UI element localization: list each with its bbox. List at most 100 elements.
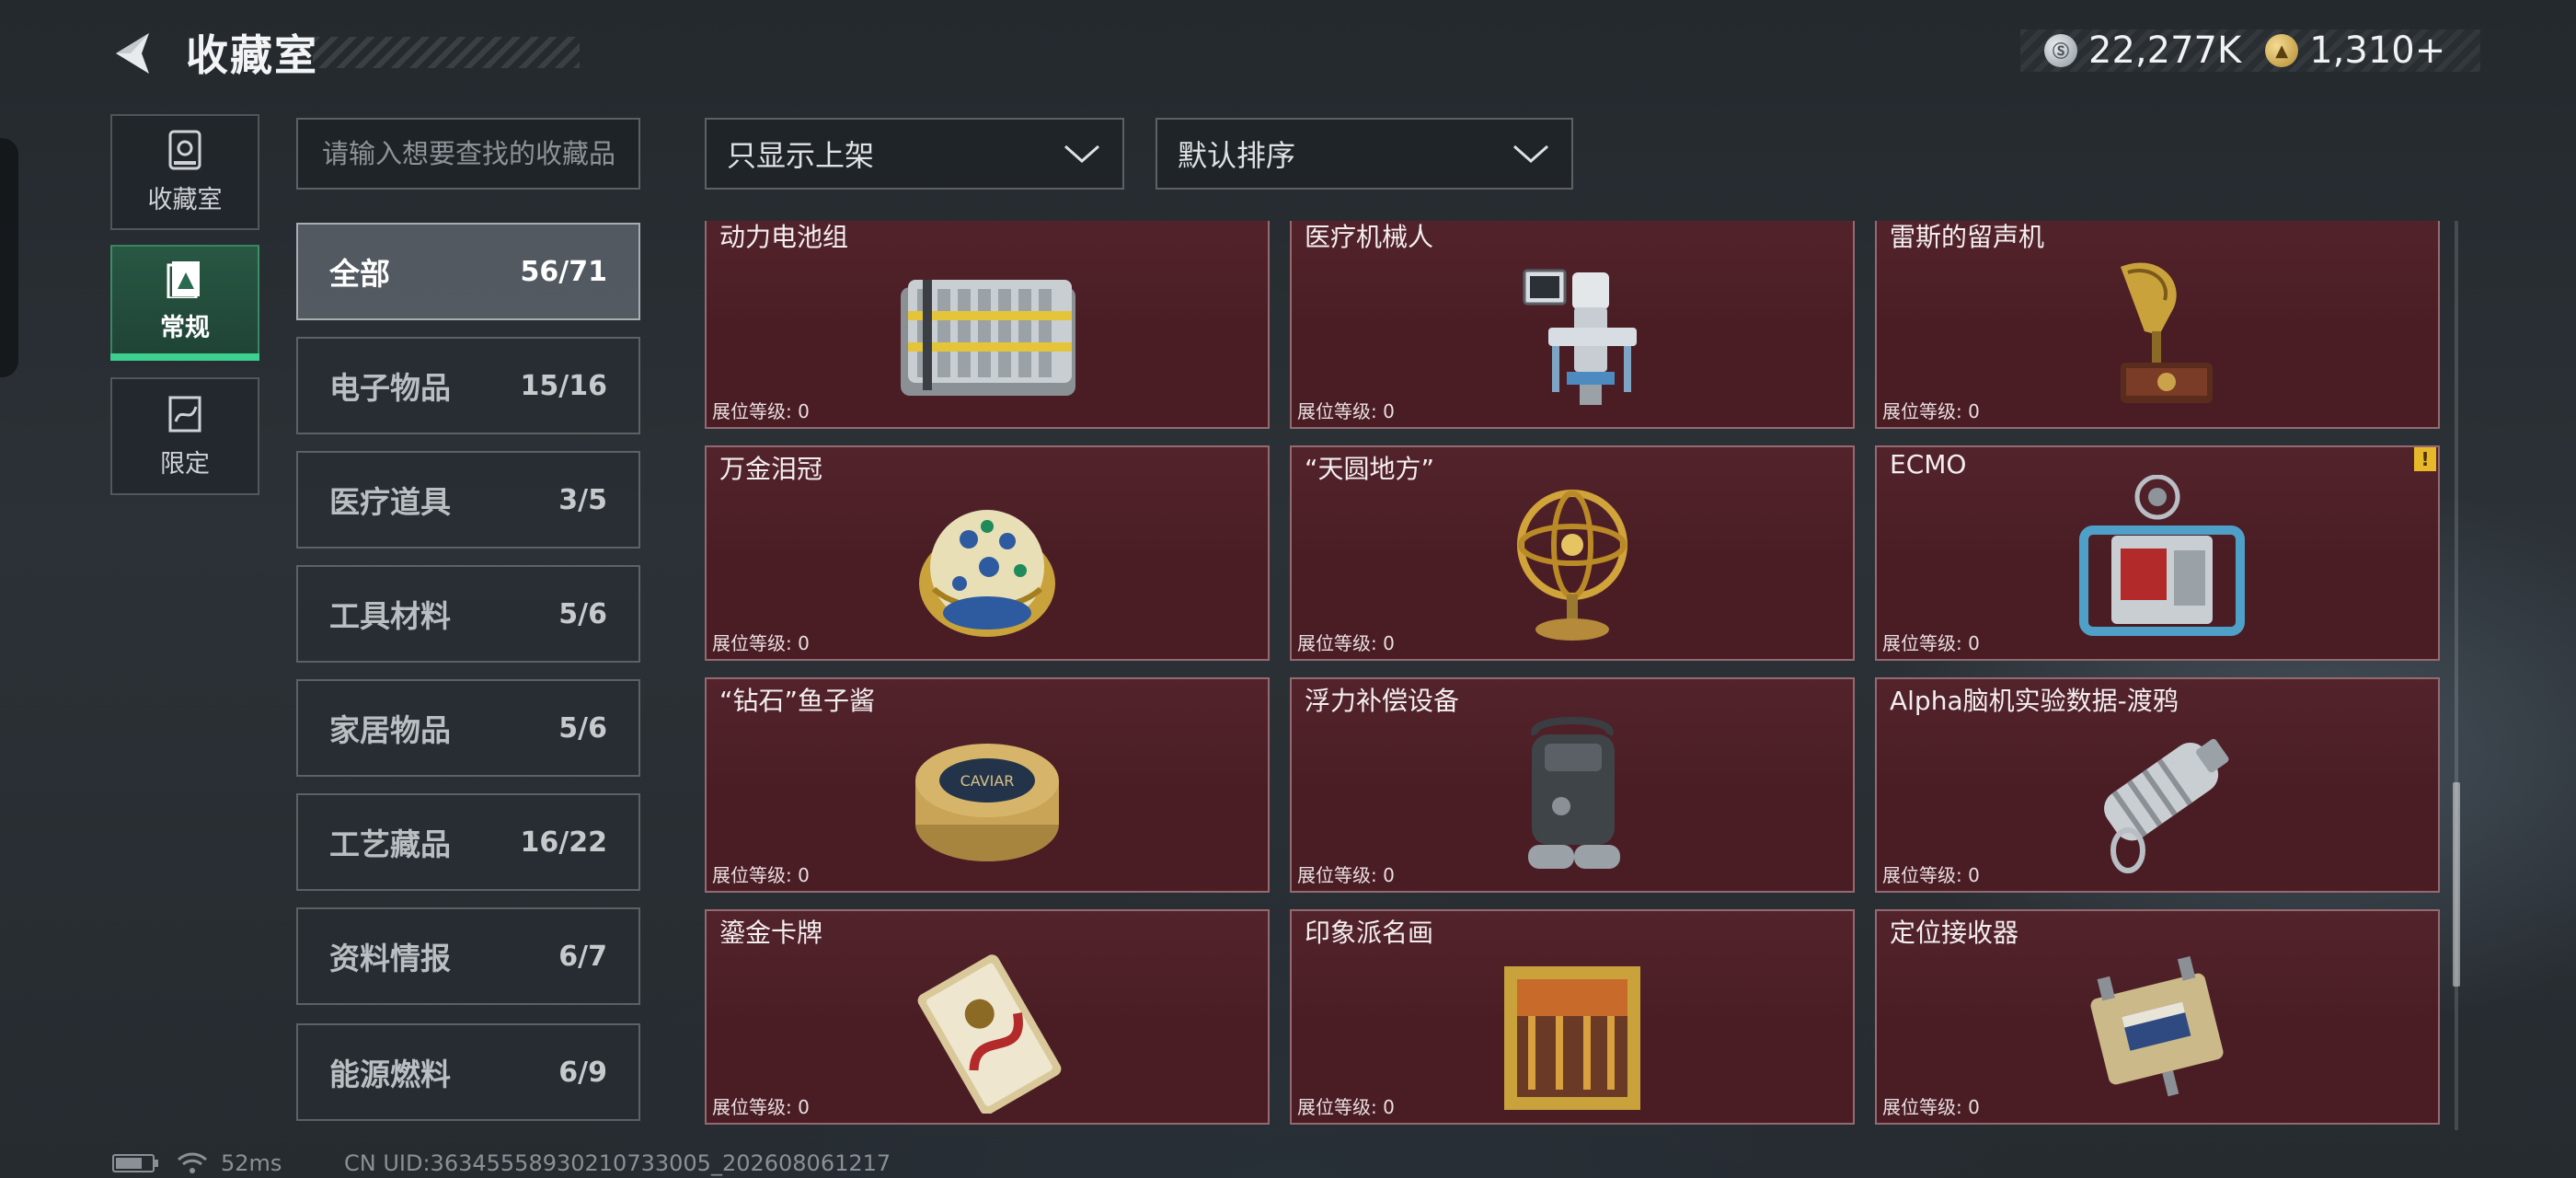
- category-count: 3/5: [558, 483, 607, 516]
- item-card[interactable]: 万金泪冠 展位等级: 0: [705, 445, 1270, 661]
- item-name: 印象派名画: [1305, 918, 1434, 948]
- item-name: 医疗机械人: [1305, 222, 1434, 252]
- silver-currency-value: 22,277K: [2088, 29, 2242, 72]
- item-card[interactable]: “天圆地方” 展位等级: 0: [1290, 445, 1855, 661]
- side-tab-limited[interactable]: 限定: [110, 377, 259, 495]
- collection-grid: 动力电池组 展位等级: 0 医疗机械人 展位等级: 0 雷斯的留声机 展位等级:…: [705, 221, 2444, 1130]
- item-level: 展位等级: 0: [1882, 864, 1980, 886]
- sort-dropdown[interactable]: 默认排序: [1156, 118, 1573, 190]
- category-count: 5/6: [558, 597, 607, 630]
- item-level: 展位等级: 0: [1882, 632, 1980, 654]
- category-name: 全部: [329, 256, 390, 292]
- silver-coin-icon: Ⓢ: [2044, 34, 2077, 67]
- caviar-tin-label: CAVIAR: [960, 772, 1015, 790]
- item-level: 展位等级: 0: [1297, 632, 1395, 654]
- battery-icon: [112, 1154, 158, 1172]
- item-card[interactable]: 医疗机械人 展位等级: 0: [1290, 221, 1855, 429]
- category-all[interactable]: 全部 56/71: [296, 223, 640, 320]
- item-level: 展位等级: 0: [1882, 1096, 1980, 1118]
- search-input[interactable]: [296, 118, 640, 190]
- item-card[interactable]: 雷斯的留声机 展位等级: 0: [1875, 221, 2440, 429]
- limited-card-icon: [168, 396, 201, 432]
- category-name: 电子物品: [329, 370, 451, 406]
- edge-handle: [0, 138, 18, 377]
- ecmo-machine-icon: [2079, 475, 2245, 636]
- category-count: 56/71: [520, 255, 607, 288]
- display-filter-dropdown[interactable]: 只显示上架: [705, 118, 1124, 190]
- item-card[interactable]: 浮力补偿设备 展位等级: 0: [1290, 677, 1855, 893]
- chevron-down-icon: [1064, 144, 1099, 164]
- active-tab-indicator: [110, 353, 259, 361]
- sort-value: 默认排序: [1178, 138, 1296, 173]
- category-name: 能源燃料: [329, 1057, 451, 1092]
- armillary-sphere-icon: [1517, 490, 1627, 641]
- side-tab-label: 收藏室: [147, 185, 223, 214]
- grid-scrollbar-track[interactable]: [2455, 221, 2458, 1130]
- vault-icon: [168, 130, 201, 169]
- item-card[interactable]: CAVIAR “钻石”鱼子酱 展位等级: 0: [705, 677, 1270, 893]
- wifi-icon: [178, 1152, 207, 1173]
- item-level: 展位等级: 0: [1297, 864, 1395, 886]
- category-count: 16/22: [520, 826, 607, 859]
- buoyancy-device-icon: [1528, 717, 1620, 869]
- gilded-card-icon: [917, 954, 1062, 1114]
- item-level: 展位等级: 0: [712, 632, 810, 654]
- user-uid: CN UID:3634555893021073300​5_20260806121…: [344, 1150, 891, 1176]
- category-count: 6/7: [558, 940, 607, 973]
- item-card[interactable]: Alpha脑机实验数据-渡鸦 展位等级: 0: [1875, 677, 2440, 893]
- category-medical[interactable]: 医疗道具 3/5: [296, 451, 640, 549]
- item-name: 动力电池组: [719, 222, 849, 252]
- category-home[interactable]: 家居物品 5/6: [296, 679, 640, 777]
- gold-currency-value[interactable]: 1,310+: [2309, 29, 2445, 72]
- chevron-down-icon: [1513, 144, 1548, 164]
- item-name: 鎏金卡牌: [719, 918, 823, 948]
- item-level: 展位等级: 0: [1882, 400, 1980, 422]
- category-electronics[interactable]: 电子物品 15/16: [296, 337, 640, 434]
- collection-card-icon: [167, 260, 200, 298]
- category-tools[interactable]: 工具材料 5/6: [296, 565, 640, 663]
- item-level: 展位等级: 0: [1297, 1096, 1395, 1118]
- jeweled-egg-icon: [919, 510, 1055, 637]
- grid-scrollbar-thumb[interactable]: [2453, 782, 2460, 987]
- category-energy[interactable]: 能源燃料 6/9: [296, 1023, 640, 1121]
- currency-bar: Ⓢ 22,277K ▲ 1,310+: [2020, 29, 2480, 72]
- item-card[interactable]: 动力电池组 展位等级: 0: [705, 221, 1270, 429]
- item-level: 展位等级: 0: [712, 1096, 810, 1118]
- item-name: “天圆地方”: [1305, 454, 1435, 484]
- title-decoration: [313, 37, 580, 68]
- item-card[interactable]: ECMO ! 展位等级: 0: [1875, 445, 2440, 661]
- category-name: 医疗道具: [329, 484, 451, 520]
- data-capsule-icon: [2104, 738, 2229, 873]
- item-name: 万金泪冠: [719, 454, 823, 484]
- caviar-tin-icon: CAVIAR: [915, 744, 1059, 861]
- item-card[interactable]: 鎏金卡牌 展位等级: 0: [705, 909, 1270, 1125]
- item-name: 浮力补偿设备: [1305, 686, 1460, 716]
- category-name: 家居物品: [329, 712, 451, 748]
- item-name: 定位接收器: [1890, 918, 2019, 948]
- warning-badge: !: [2414, 447, 2436, 471]
- item-name: “钻石”鱼子酱: [719, 686, 876, 716]
- item-name: 雷斯的留声机: [1890, 222, 2045, 252]
- item-name: ECMO: [1890, 449, 1967, 479]
- category-name: 工艺藏品: [329, 826, 451, 862]
- item-name: Alpha脑机实验数据-渡鸦: [1890, 686, 2179, 716]
- side-tab-vault[interactable]: 收藏室: [110, 114, 259, 230]
- side-tab-regular[interactable]: 常规: [110, 245, 259, 361]
- item-level: 展位等级: 0: [1297, 400, 1395, 422]
- side-tab-label: 常规: [160, 313, 210, 342]
- gramophone-icon: [2121, 262, 2213, 403]
- status-row: 52ms: [112, 1150, 282, 1176]
- battery-pack-icon: [901, 280, 1075, 396]
- medical-robot-icon: [1523, 269, 1637, 405]
- item-card[interactable]: 印象派名画 展位等级: 0: [1290, 909, 1855, 1125]
- gold-coin-icon: ▲: [2265, 34, 2299, 67]
- item-level: 展位等级: 0: [712, 864, 810, 886]
- category-intel[interactable]: 资料情报 6/7: [296, 907, 640, 1005]
- category-count: 15/16: [520, 369, 607, 402]
- category-crafts[interactable]: 工艺藏品 16/22: [296, 793, 640, 891]
- back-arrow-icon[interactable]: [109, 28, 160, 79]
- item-card[interactable]: 定位接收器 展位等级: 0: [1875, 909, 2440, 1125]
- item-level: 展位等级: 0: [712, 400, 810, 422]
- framed-painting-icon: [1504, 966, 1640, 1110]
- page-title: 收藏室: [186, 30, 318, 80]
